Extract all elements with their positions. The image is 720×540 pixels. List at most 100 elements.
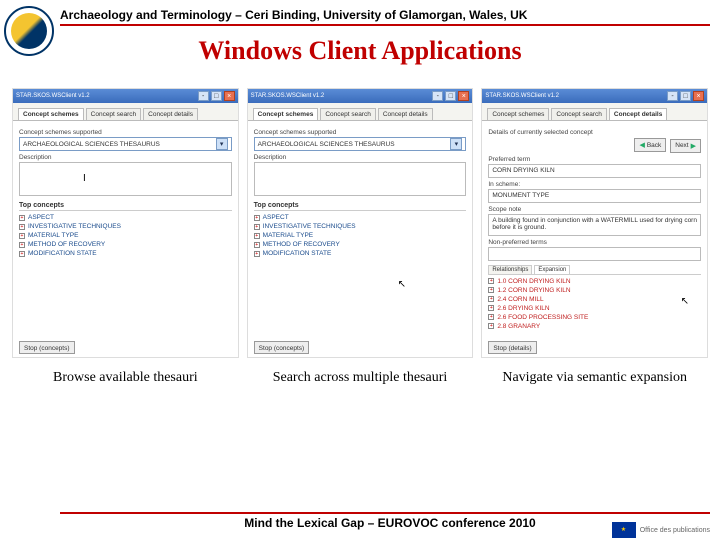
list-item[interactable]: +INVESTIGATIVE TECHNIQUES	[19, 222, 232, 231]
top-concepts-list: +ASPECT +INVESTIGATIVE TECHNIQUES +MATER…	[254, 213, 467, 258]
screenshot-1: STAR.SKOS.WSClient v1.2 - □ × Concept sc…	[12, 88, 239, 358]
tab-schemes[interactable]: Concept schemes	[253, 108, 319, 120]
publisher-logo: Office des publications	[612, 522, 710, 538]
list-item[interactable]: +1.2 CORN DRYING KILN	[488, 286, 701, 295]
list-item[interactable]: +2.4 CORN MILL	[488, 295, 701, 304]
combo-value: ARCHAEOLOGICAL SCIENCES THESAURUS	[258, 141, 395, 148]
list-item[interactable]: +MATERIAL TYPE	[19, 231, 232, 240]
expand-icon: +	[19, 215, 25, 221]
expand-icon: +	[254, 242, 260, 248]
scheme-combo[interactable]: ARCHAEOLOGICAL SCIENCES THESAURUS ▾	[19, 137, 232, 151]
list-item[interactable]: +ASPECT	[19, 213, 232, 222]
tab-search[interactable]: Concept search	[86, 108, 142, 120]
preferred-label: Preferred term	[488, 156, 701, 163]
sub-tab-strip: Relationships Expansion	[488, 265, 701, 275]
expansion-list: +1.0 CORN DRYING KILN +1.2 CORN DRYING K…	[488, 277, 701, 331]
tab-details[interactable]: Concept details	[378, 108, 433, 120]
list-item[interactable]: +MODIFICATION STATE	[254, 249, 467, 258]
window-titlebar: STAR.SKOS.WSClient v1.2 - □ ×	[482, 89, 707, 103]
subtab-expansion[interactable]: Expansion	[534, 265, 570, 274]
scheme-combo[interactable]: ARCHAEOLOGICAL SCIENCES THESAURUS ▾	[254, 137, 467, 151]
list-item[interactable]: +METHOD OF RECOVERY	[254, 240, 467, 249]
notes-label: Scope note	[488, 206, 701, 213]
tab-search[interactable]: Concept search	[551, 108, 607, 120]
scheme-value[interactable]: MONUMENT TYPE	[488, 189, 701, 203]
expand-icon: +	[488, 296, 494, 302]
nonpref-box[interactable]	[488, 247, 701, 261]
back-button[interactable]: ◀Back	[634, 138, 666, 152]
screenshot-2: STAR.SKOS.WSClient v1.2 - □ × Concept sc…	[247, 88, 474, 358]
panel: Concept schemes supported ARCHAEOLOGICAL…	[248, 121, 473, 263]
maximize-icon[interactable]: □	[445, 91, 456, 101]
minimize-icon[interactable]: -	[198, 91, 209, 101]
list-item[interactable]: +MATERIAL TYPE	[254, 231, 467, 240]
preferred-value[interactable]: CORN DRYING KILN	[488, 164, 701, 178]
next-button[interactable]: Next▶	[670, 139, 701, 153]
window-titlebar: STAR.SKOS.WSClient v1.2 - □ ×	[248, 89, 473, 103]
expand-icon: +	[19, 242, 25, 248]
list-item[interactable]: +METHOD OF RECOVERY	[19, 240, 232, 249]
expand-icon: +	[254, 215, 260, 221]
expand-icon: +	[488, 305, 494, 311]
bottom-bar: Stop (concepts)	[254, 341, 467, 354]
list-item[interactable]: +MODIFICATION STATE	[19, 249, 232, 258]
minimize-icon[interactable]: -	[432, 91, 443, 101]
list-item[interactable]: +2.8 GRANARY	[488, 322, 701, 331]
top-concepts-list: +ASPECT +INVESTIGATIVE TECHNIQUES +MATER…	[19, 213, 232, 258]
list-item[interactable]: +ASPECT	[254, 213, 467, 222]
arrow-left-icon: ◀	[639, 141, 644, 149]
screenshot-row: STAR.SKOS.WSClient v1.2 - □ × Concept sc…	[12, 88, 708, 358]
list-item[interactable]: +1.0 CORN DRYING KILN	[488, 277, 701, 286]
minimize-icon[interactable]: -	[667, 91, 678, 101]
stop-button[interactable]: Stop (concepts)	[254, 341, 310, 354]
description-label: Description	[19, 154, 232, 161]
top-concepts-label: Top concepts	[254, 202, 467, 211]
window-title: STAR.SKOS.WSClient v1.2	[16, 93, 90, 99]
close-icon[interactable]: ×	[224, 91, 235, 101]
tab-details[interactable]: Concept details	[609, 108, 667, 120]
notes-value[interactable]: A building found in conjunction with a W…	[488, 214, 701, 236]
list-item[interactable]: +2.6 DRYING KILN	[488, 304, 701, 313]
section-label: Concept schemes supported	[254, 129, 467, 136]
caption-3: Navigate via semantic expansion	[481, 370, 708, 386]
window-titlebar: STAR.SKOS.WSClient v1.2 - □ ×	[13, 89, 238, 103]
tab-strip: Concept schemes Concept search Concept d…	[482, 103, 707, 121]
stop-button[interactable]: Stop (details)	[488, 341, 536, 354]
maximize-icon[interactable]: □	[680, 91, 691, 101]
footer-rule	[60, 512, 710, 514]
expand-icon: +	[488, 278, 494, 284]
header-text: Archaeology and Terminology – Ceri Bindi…	[60, 8, 710, 22]
expand-icon: +	[254, 233, 260, 239]
caption-1: Browse available thesauri	[12, 370, 239, 386]
panel: Details of currently selected concept ◀B…	[482, 121, 707, 336]
combo-value: ARCHAEOLOGICAL SCIENCES THESAURUS	[23, 141, 160, 148]
description-box[interactable]: I	[19, 162, 232, 196]
eu-flag-icon	[612, 522, 636, 538]
tab-search[interactable]: Concept search	[320, 108, 376, 120]
maximize-icon[interactable]: □	[211, 91, 222, 101]
expand-icon: +	[254, 224, 260, 230]
chevron-down-icon: ▾	[450, 138, 462, 150]
expand-icon: +	[488, 287, 494, 293]
stop-button[interactable]: Stop (concepts)	[19, 341, 75, 354]
publisher-text: Office des publications	[640, 527, 710, 534]
close-icon[interactable]: ×	[458, 91, 469, 101]
list-item[interactable]: +2.6 FOOD PROCESSING SITE	[488, 313, 701, 322]
tab-strip: Concept schemes Concept search Concept d…	[248, 103, 473, 121]
nav-row: ◀Back Next▶	[488, 138, 701, 153]
tab-details[interactable]: Concept details	[143, 108, 198, 120]
expand-icon: +	[19, 233, 25, 239]
subtab-relationships[interactable]: Relationships	[488, 265, 532, 274]
tab-schemes[interactable]: Concept schemes	[487, 108, 549, 120]
description-box[interactable]	[254, 162, 467, 196]
section-label: Details of currently selected concept	[488, 129, 701, 136]
chevron-down-icon: ▾	[216, 138, 228, 150]
expand-icon: +	[488, 314, 494, 320]
window-title: STAR.SKOS.WSClient v1.2	[485, 93, 559, 99]
close-icon[interactable]: ×	[693, 91, 704, 101]
list-item[interactable]: +INVESTIGATIVE TECHNIQUES	[254, 222, 467, 231]
screenshot-3: STAR.SKOS.WSClient v1.2 - □ × Concept sc…	[481, 88, 708, 358]
expand-icon: +	[19, 224, 25, 230]
mouse-cursor-icon: ↖	[398, 279, 406, 290]
tab-schemes[interactable]: Concept schemes	[18, 108, 84, 120]
